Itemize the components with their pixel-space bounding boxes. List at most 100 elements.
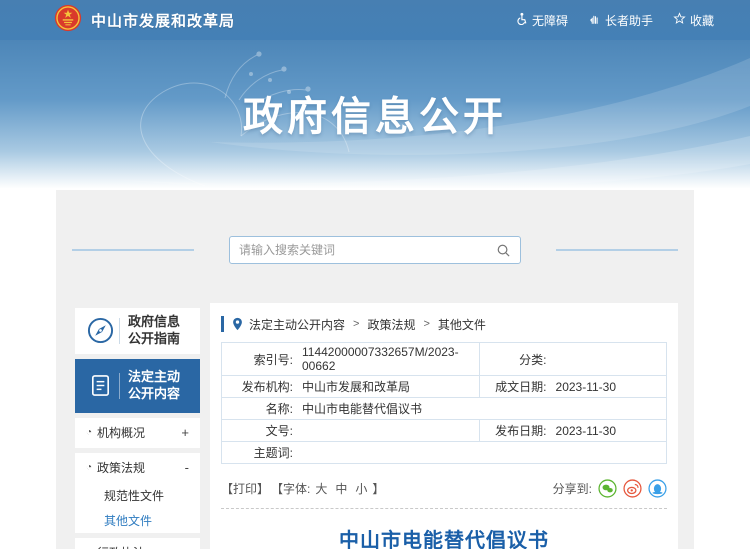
menu-label: 政策法规 xyxy=(97,459,185,476)
index-value: 11442000007332657M/2023-00662 xyxy=(302,345,479,373)
article-title: 中山市电能替代倡议书 xyxy=(221,524,667,549)
table-row: 索引号: 11442000007332657M/2023-00662 分类: xyxy=(222,343,666,376)
left-divider-line xyxy=(72,249,194,251)
article-toolbar: 【打印】 【字体: 大 中 小 】 分享到: xyxy=(221,479,667,498)
table-row: 名称: 中山市电能替代倡议书 xyxy=(222,398,666,420)
star-icon xyxy=(673,12,686,28)
search-row xyxy=(56,236,694,264)
sidebar-guide-label: 政府信息 公开指南 xyxy=(128,314,180,348)
category-cell: 分类: xyxy=(480,343,666,375)
name-cell: 名称: 中山市电能替代倡议书 xyxy=(222,398,666,419)
accessibility-label: 无障碍 xyxy=(532,12,568,29)
index-label: 索引号: xyxy=(222,351,302,368)
submenu-label: 规范性文件 xyxy=(104,487,164,504)
weibo-share-icon[interactable] xyxy=(623,479,642,498)
table-row: 发布机构: 中山市发展和改革局 成文日期: 2023-11-30 xyxy=(222,376,666,398)
page: 中山市发展和改革局 无障碍 长者助手 收藏 xyxy=(0,0,750,549)
menu-label: 机构概况 xyxy=(97,424,181,441)
active-line2: 公开内容 xyxy=(128,386,180,401)
agency-value: 中山市发展和改革局 xyxy=(302,378,479,395)
search-input[interactable] xyxy=(239,243,496,257)
agency-label: 发布机构: xyxy=(222,378,302,395)
collapse-icon[interactable]: - xyxy=(185,460,189,475)
site-brand[interactable]: 中山市发展和改革局 xyxy=(54,4,235,37)
submenu-label: 其他文件 xyxy=(104,512,152,529)
font-size-suffix: 】 xyxy=(372,480,384,497)
sidebar: 政府信息 公开指南 法定主动 公开内容 ◔ 机构概况 + xyxy=(75,308,200,549)
written-date-cell: 成文日期: 2023-11-30 xyxy=(480,376,666,397)
breadcrumb-separator: > xyxy=(423,318,429,330)
search-icon[interactable] xyxy=(496,243,511,258)
compass-icon xyxy=(83,317,117,344)
top-header-bar: 中山市发展和改革局 无障碍 长者助手 收藏 xyxy=(0,0,750,40)
name-value: 中山市电能替代倡议书 xyxy=(302,400,666,417)
bullet-icon: ◔ xyxy=(86,428,92,438)
top-links: 无障碍 长者助手 收藏 xyxy=(515,12,714,29)
site-title: 中山市发展和改革局 xyxy=(91,10,235,31)
guide-line1: 政府信息 xyxy=(128,314,180,329)
divider xyxy=(119,318,120,344)
font-size-small-button[interactable]: 小 xyxy=(355,480,367,497)
document-icon xyxy=(83,373,117,398)
qq-share-icon[interactable] xyxy=(648,479,667,498)
expand-icon[interactable]: + xyxy=(181,545,189,549)
publish-date-value: 2023-11-30 xyxy=(556,424,666,438)
sidebar-subitem-other-docs[interactable]: 其他文件 xyxy=(75,508,200,533)
search-box xyxy=(229,236,521,264)
table-row: 主题词: xyxy=(222,442,666,463)
toolbar-share: 分享到: xyxy=(553,479,667,498)
print-button[interactable]: 【打印】 xyxy=(221,480,269,497)
guide-line2: 公开指南 xyxy=(128,331,180,346)
breadcrumb-item-statutory[interactable]: 法定主动公开内容 xyxy=(249,316,345,333)
toolbar-left: 【打印】 【字体: 大 中 小 】 xyxy=(221,480,384,497)
publish-date-label: 发布日期: xyxy=(480,422,556,439)
doc-no-label: 文号: xyxy=(222,422,302,439)
breadcrumb: 法定主动公开内容 > 政策法规 > 其他文件 xyxy=(221,310,667,338)
banner: 政府信息公开 xyxy=(0,40,750,188)
content-card: 政府信息 公开指南 法定主动 公开内容 ◔ 机构概况 + xyxy=(56,190,694,549)
breadcrumb-item-policies[interactable]: 政策法规 xyxy=(367,316,415,333)
favorite-label: 收藏 xyxy=(690,12,714,29)
main-panel: 法定主动公开内容 > 政策法规 > 其他文件 索引号: 114420000073… xyxy=(210,303,678,549)
name-label: 名称: xyxy=(222,400,302,417)
font-size-medium-button[interactable]: 中 xyxy=(335,480,347,497)
wechat-share-icon[interactable] xyxy=(598,479,617,498)
national-emblem-icon xyxy=(54,4,82,37)
divider xyxy=(119,373,120,399)
favorite-link[interactable]: 收藏 xyxy=(673,12,714,29)
sidebar-item-statutory-disclosure[interactable]: 法定主动 公开内容 xyxy=(75,359,200,413)
written-date-label: 成文日期: xyxy=(480,378,556,395)
sidebar-item-org-overview[interactable]: ◔ 机构概况 + xyxy=(75,418,200,448)
font-size-prefix: 【字体: xyxy=(271,480,310,497)
font-size-large-button[interactable]: 大 xyxy=(315,480,327,497)
breadcrumb-accent-bar xyxy=(221,316,224,332)
bullet-icon: ◔ xyxy=(86,463,92,473)
keywords-label: 主题词: xyxy=(222,444,302,461)
dashed-divider xyxy=(221,508,667,509)
breadcrumb-item-other-docs[interactable]: 其他文件 xyxy=(438,316,486,333)
sidebar-active-label: 法定主动 公开内容 xyxy=(128,369,180,403)
index-cell: 索引号: 11442000007332657M/2023-00662 xyxy=(222,343,480,375)
share-label: 分享到: xyxy=(553,480,592,497)
sidebar-item-law-enforcement[interactable]: ◔ 行政执法 + xyxy=(75,538,200,549)
page-title: 政府信息公开 xyxy=(0,84,750,142)
sidebar-item-guide[interactable]: 政府信息 公开指南 xyxy=(75,308,200,354)
doc-no-cell: 文号: xyxy=(222,420,480,441)
expand-icon[interactable]: + xyxy=(181,425,189,440)
sidebar-item-policies[interactable]: ◔ 政策法规 - xyxy=(75,453,200,483)
elder-assist-link[interactable]: 长者助手 xyxy=(588,12,653,29)
location-pin-icon xyxy=(232,317,243,331)
keywords-cell: 主题词: xyxy=(222,442,666,463)
table-row: 文号: 发布日期: 2023-11-30 xyxy=(222,420,666,442)
publish-date-cell: 发布日期: 2023-11-30 xyxy=(480,420,666,441)
breadcrumb-separator: > xyxy=(353,318,359,330)
document-meta-table: 索引号: 11442000007332657M/2023-00662 分类: 发… xyxy=(221,342,667,464)
elder-assist-icon xyxy=(588,12,601,28)
active-line1: 法定主动 xyxy=(128,369,180,384)
sidebar-subitem-normative-docs[interactable]: 规范性文件 xyxy=(75,483,200,508)
agency-cell: 发布机构: 中山市发展和改革局 xyxy=(222,376,480,397)
right-divider-line xyxy=(556,249,678,251)
menu-label: 行政执法 xyxy=(97,544,181,549)
elder-assist-label: 长者助手 xyxy=(605,12,653,29)
accessibility-link[interactable]: 无障碍 xyxy=(515,12,568,29)
